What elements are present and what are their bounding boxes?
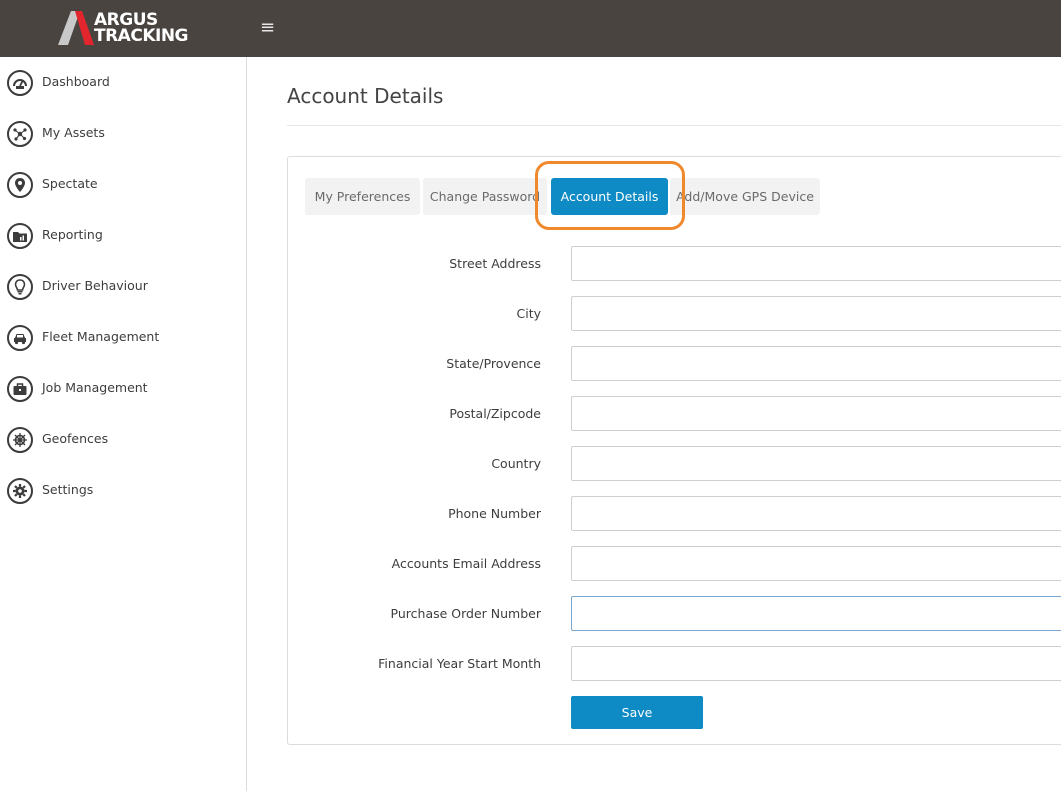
page-title: Account Details — [287, 84, 444, 108]
tab-my-preferences[interactable]: My Preferences — [305, 178, 420, 215]
sidebar-item-label: Driver Behaviour — [42, 278, 148, 293]
sidebar-item-label: Settings — [42, 482, 94, 497]
gear-icon — [7, 478, 33, 504]
state-provence-label: State/Provence — [446, 356, 541, 371]
financial-year-start-month-field[interactable] — [571, 646, 1061, 681]
network-icon — [7, 121, 33, 147]
report-folder-icon — [7, 223, 33, 249]
accounts-email-field[interactable] — [571, 546, 1061, 581]
sidebar-item-label: Job Management — [42, 380, 148, 395]
sidebar-item-label: Fleet Management — [42, 329, 160, 344]
sidebar-item-reporting[interactable]: Reporting — [0, 217, 246, 257]
phone-number-field[interactable] — [571, 496, 1061, 531]
logo-line-2: TRACKING — [94, 26, 189, 46]
sidebar-item-label: Geofences — [42, 431, 109, 446]
purchase-order-number-field[interactable] — [571, 596, 1061, 631]
sidebar: Dashboard My Assets Spectate Reporting D… — [0, 57, 247, 791]
country-label: Country — [491, 456, 541, 471]
financial-year-start-month-label: Financial Year Start Month — [378, 656, 541, 671]
tab-account-details[interactable]: Account Details — [551, 178, 668, 215]
sidebar-item-driver-behaviour[interactable]: Driver Behaviour — [0, 268, 246, 308]
sidebar-item-my-assets[interactable]: My Assets — [0, 115, 246, 155]
sidebar-item-fleet-management[interactable]: Fleet Management — [0, 319, 246, 359]
purchase-order-number-label: Purchase Order Number — [390, 606, 541, 621]
argus-logo-mark-icon — [58, 11, 94, 45]
briefcase-icon — [7, 376, 33, 402]
sidebar-item-label: My Assets — [42, 125, 105, 140]
city-label: City — [516, 306, 542, 321]
sidebar-item-spectate[interactable]: Spectate — [0, 166, 246, 206]
save-button[interactable]: Save — [571, 696, 703, 729]
tab-change-password[interactable]: Change Password — [423, 178, 547, 215]
car-icon — [7, 325, 33, 351]
state-provence-field[interactable] — [571, 346, 1061, 381]
phone-number-label: Phone Number — [448, 506, 541, 521]
postal-zipcode-field[interactable] — [571, 396, 1061, 431]
postal-zipcode-label: Postal/Zipcode — [449, 406, 541, 421]
speedometer-icon — [7, 70, 33, 96]
street-address-field[interactable] — [571, 246, 1061, 281]
city-field[interactable] — [571, 296, 1061, 331]
sidebar-item-job-management[interactable]: Job Management — [0, 370, 246, 410]
ship-wheel-icon — [7, 427, 33, 453]
lightbulb-icon — [7, 274, 33, 300]
hamburger-icon[interactable]: ≡ — [260, 17, 276, 39]
country-field[interactable] — [571, 446, 1061, 481]
sidebar-item-label: Dashboard — [42, 74, 110, 89]
sidebar-item-geofences[interactable]: Geofences — [0, 421, 246, 461]
argus-tracking-logo[interactable]: ARGUS TRACKING — [58, 10, 189, 48]
sidebar-item-settings[interactable]: Settings — [0, 472, 246, 512]
map-pin-icon — [7, 172, 33, 198]
sidebar-item-label: Spectate — [42, 176, 98, 191]
tab-add-move-gps-device[interactable]: Add/Move GPS Device — [670, 178, 820, 215]
logo-text: ARGUS TRACKING — [94, 12, 189, 46]
street-address-label: Street Address — [449, 256, 541, 271]
sidebar-item-label: Reporting — [42, 227, 103, 242]
accounts-email-label: Accounts Email Address — [391, 556, 541, 571]
title-divider — [287, 125, 1061, 126]
top-header-bar: ARGUS TRACKING ≡ — [0, 0, 1061, 57]
sidebar-item-dashboard[interactable]: Dashboard — [0, 64, 246, 104]
